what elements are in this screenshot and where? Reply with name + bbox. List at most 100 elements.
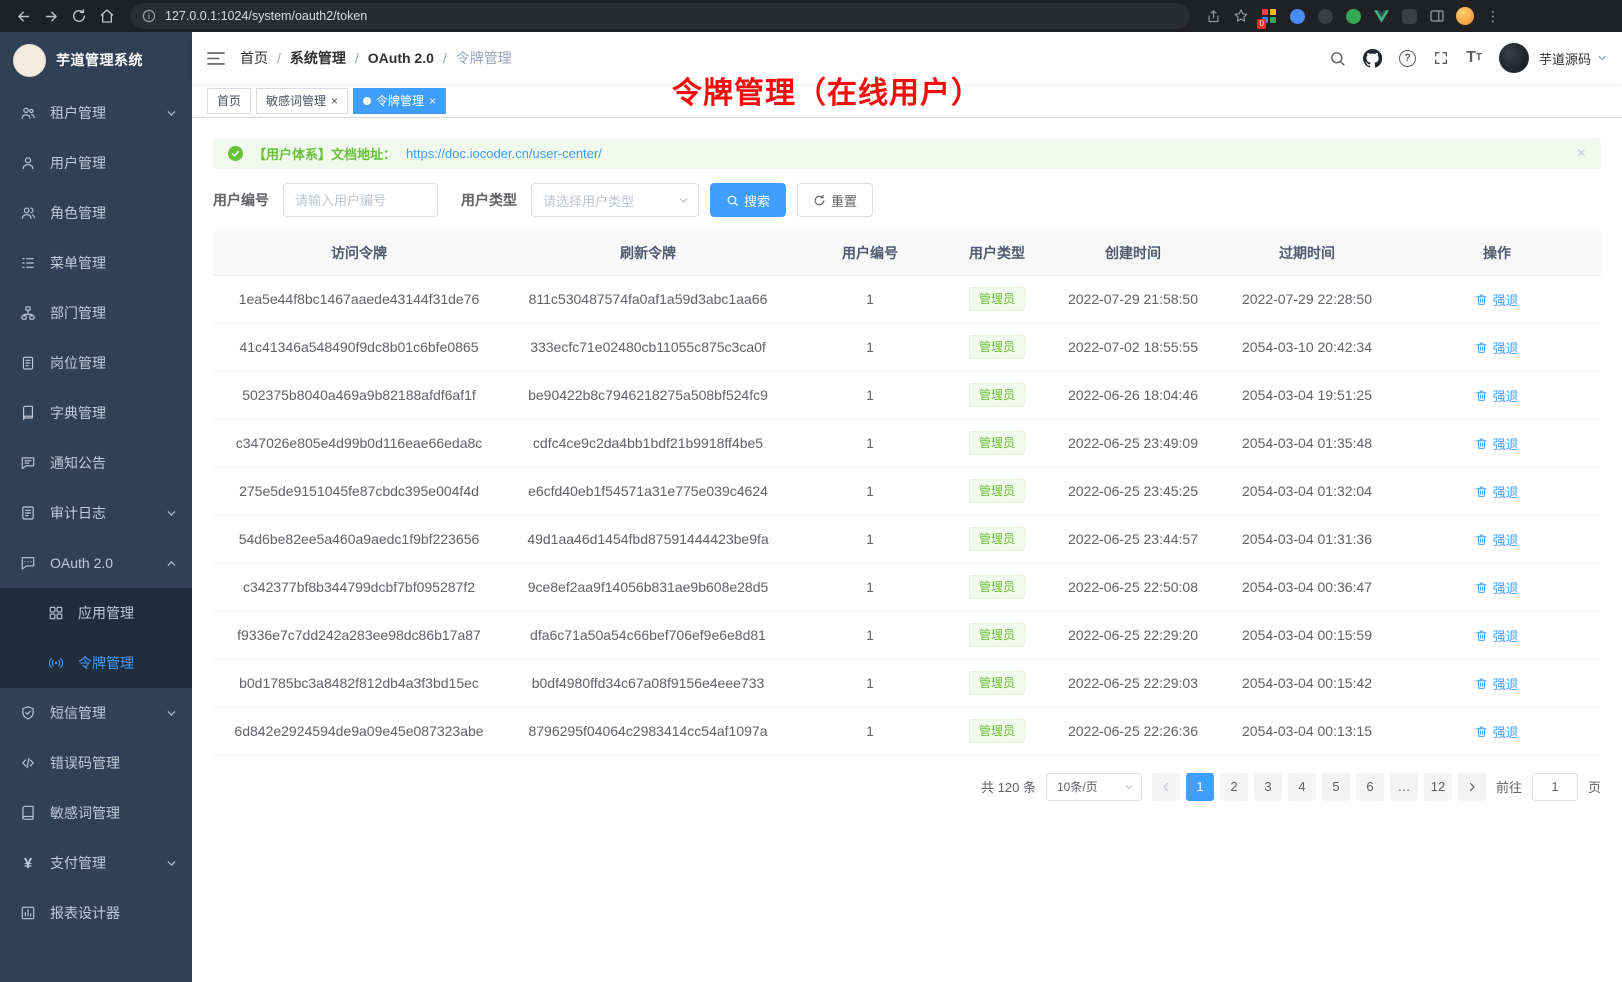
sidebar-item-label: 审计日志	[50, 503, 106, 523]
force-logout-button[interactable]: 强退	[1475, 290, 1518, 309]
breadcrumb-item[interactable]: OAuth 2.0	[368, 50, 434, 66]
profile-avatar[interactable]	[1452, 3, 1478, 29]
force-logout-button[interactable]: 强退	[1475, 338, 1518, 357]
sidebar-item[interactable]: 应用管理	[0, 588, 192, 638]
force-logout-button[interactable]: 强退	[1475, 386, 1518, 405]
user-menu[interactable]: 芋道源码	[1539, 49, 1607, 68]
table-body: 1ea5e44f8bc1467aaede43144f31de76811c5304…	[213, 275, 1601, 755]
tab[interactable]: 首页	[207, 88, 251, 114]
force-logout-button[interactable]: 强退	[1475, 530, 1518, 549]
pager-prev-button[interactable]	[1152, 773, 1180, 801]
forward-icon[interactable]	[38, 3, 64, 29]
force-logout-button[interactable]: 强退	[1475, 578, 1518, 597]
sidebar-item[interactable]: 通知公告	[0, 438, 192, 488]
cell-refresh-token: dfa6c71a50a54c66bef706ef9e6e8d81	[505, 611, 791, 659]
pager-page-button[interactable]: 1	[1186, 773, 1214, 801]
sidebar-item[interactable]: 错误码管理	[0, 738, 192, 788]
home-icon[interactable]	[94, 3, 120, 29]
browser-menu-icon[interactable]: ⋮	[1480, 3, 1506, 29]
font-size-icon[interactable]: TT	[1466, 50, 1482, 66]
sidebar-item[interactable]: 菜单管理	[0, 238, 192, 288]
sidebar-item[interactable]: 短信管理	[0, 688, 192, 738]
pager-page-button[interactable]: 3	[1254, 773, 1282, 801]
pager-page-button[interactable]: 12	[1424, 773, 1452, 801]
bookmark-star-icon[interactable]	[1228, 3, 1254, 29]
extension-blue-icon[interactable]	[1284, 3, 1310, 29]
site-info-icon[interactable]	[142, 9, 156, 23]
cell-action: 强退	[1393, 563, 1601, 611]
tab-close-icon[interactable]: ×	[429, 94, 436, 108]
app-logo[interactable]: 芋道管理系统	[0, 32, 192, 88]
total-count: 共 120 条	[981, 777, 1036, 796]
breadcrumb-item[interactable]: 系统管理	[290, 48, 346, 68]
collapse-menu-icon[interactable]	[207, 51, 225, 66]
sidebar-item[interactable]: 字典管理	[0, 388, 192, 438]
sidebar: 芋道管理系统 租户管理用户管理角色管理菜单管理部门管理岗位管理字典管理通知公告审…	[0, 32, 192, 982]
tab[interactable]: 令牌管理×	[353, 88, 446, 114]
alert-close-icon[interactable]: ×	[1577, 146, 1586, 162]
delete-icon	[1475, 293, 1488, 306]
force-logout-button[interactable]: 强退	[1475, 674, 1518, 693]
user-type-badge: 管理员	[969, 335, 1025, 359]
tab-close-icon[interactable]: ×	[331, 94, 338, 108]
extension-puzzle-icon[interactable]	[1396, 3, 1422, 29]
token-icon	[47, 654, 65, 672]
sidebar-item[interactable]: 令牌管理	[0, 638, 192, 688]
pager-ellipsis[interactable]: …	[1390, 773, 1418, 801]
fullscreen-icon[interactable]	[1433, 50, 1449, 66]
pager-page-button[interactable]: 5	[1322, 773, 1350, 801]
sidebar-item[interactable]: ¥支付管理	[0, 838, 192, 888]
cell-create-time: 2022-06-25 22:29:20	[1045, 611, 1221, 659]
delete-icon	[1475, 629, 1488, 642]
sidebar-item[interactable]: 角色管理	[0, 188, 192, 238]
tab[interactable]: 敏感词管理×	[256, 88, 348, 114]
sidebar-item[interactable]: 报表设计器	[0, 888, 192, 938]
sidebar-item[interactable]: 敏感词管理	[0, 788, 192, 838]
force-logout-button[interactable]: 强退	[1475, 434, 1518, 453]
user-type-select[interactable]: 请选择用户类型	[531, 183, 699, 217]
search-icon[interactable]	[1329, 50, 1346, 67]
alert-link[interactable]: https://doc.iocoder.cn/user-center/	[406, 146, 602, 161]
extension-vue-icon[interactable]	[1368, 3, 1394, 29]
force-logout-button[interactable]: 强退	[1475, 626, 1518, 645]
user-type-label: 用户类型	[461, 190, 517, 210]
pager-next-button[interactable]	[1458, 773, 1486, 801]
cell-user-id: 1	[791, 467, 949, 515]
pager-page-button[interactable]: 6	[1356, 773, 1384, 801]
sidebar-item[interactable]: 租户管理	[0, 88, 192, 138]
extension-green-icon[interactable]	[1340, 3, 1366, 29]
sidebar-item[interactable]: OAuth 2.0	[0, 538, 192, 588]
pager-page-button[interactable]: 4	[1288, 773, 1316, 801]
sidebar-item[interactable]: 部门管理	[0, 288, 192, 338]
refresh-icon[interactable]	[66, 3, 92, 29]
search-icon	[726, 194, 739, 207]
address-bar[interactable]: 127.0.0.1:1024/system/oauth2/token	[130, 3, 1190, 29]
extension-grid-icon[interactable]: 0	[1256, 3, 1282, 29]
reset-button-label: 重置	[831, 191, 857, 210]
page-size-select[interactable]: 10条/页	[1046, 773, 1142, 801]
reset-button[interactable]: 重置	[797, 183, 873, 217]
cell-create-time: 2022-06-25 22:26:36	[1045, 707, 1221, 755]
pager-page-button[interactable]: 2	[1220, 773, 1248, 801]
help-icon[interactable]: ?	[1399, 50, 1416, 67]
goto-page-input[interactable]	[1532, 773, 1578, 801]
force-logout-button[interactable]: 强退	[1475, 482, 1518, 501]
breadcrumb-item[interactable]: 首页	[240, 48, 268, 68]
sidebar-item[interactable]: 用户管理	[0, 138, 192, 188]
tenant-icon	[19, 104, 37, 122]
github-icon[interactable]	[1363, 49, 1382, 68]
user-id-input[interactable]	[283, 183, 438, 217]
back-icon[interactable]	[10, 3, 36, 29]
user-type-badge: 管理员	[969, 623, 1025, 647]
sidebar-item[interactable]: 岗位管理	[0, 338, 192, 388]
side-panel-icon[interactable]	[1424, 3, 1450, 29]
user-avatar[interactable]	[1499, 43, 1529, 73]
search-button[interactable]: 搜索	[710, 183, 786, 217]
cell-expire-time: 2054-03-04 01:31:36	[1221, 515, 1393, 563]
cell-create-time: 2022-07-29 21:58:50	[1045, 275, 1221, 323]
sidebar-item[interactable]: 审计日志	[0, 488, 192, 538]
extension-dark-icon[interactable]	[1312, 3, 1338, 29]
force-logout-button[interactable]: 强退	[1475, 722, 1518, 741]
cell-refresh-token: be90422b8c7946218275a508bf524fc9	[505, 371, 791, 419]
share-icon[interactable]	[1200, 3, 1226, 29]
